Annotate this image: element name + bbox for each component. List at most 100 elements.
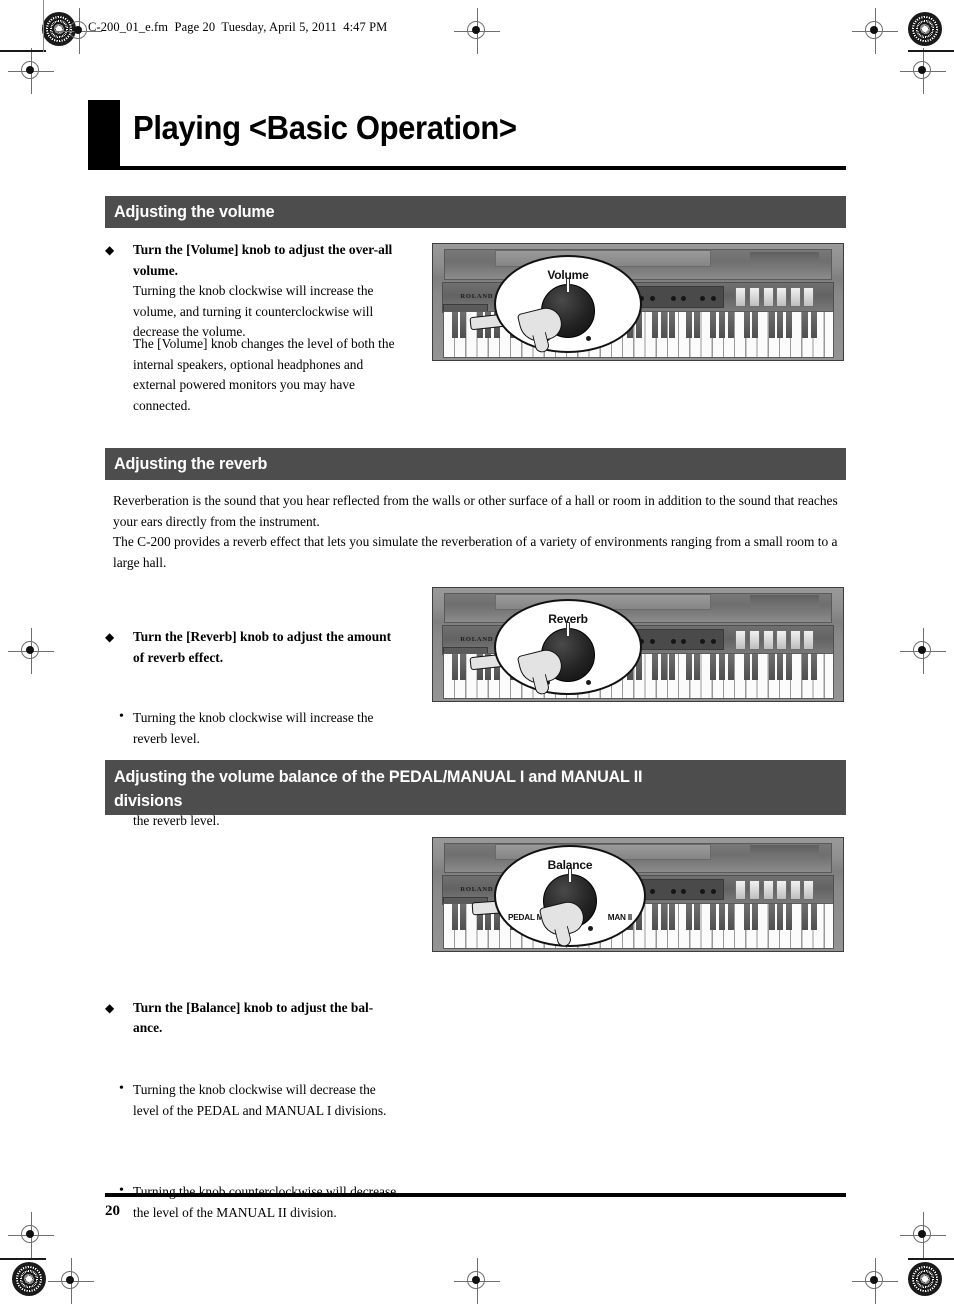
title-underline-rule xyxy=(88,166,846,170)
volume-lead-block: ◆ Turn the [Volume] knob to adjust the o… xyxy=(105,240,395,281)
roland-brand-logo: ROLAND xyxy=(460,886,493,893)
reverb-lead-block: ◆ Turn the [Reverb] knob to adjust the a… xyxy=(105,627,395,668)
registration-cross-left-middle xyxy=(8,628,54,674)
balance-label-man-ii: MAN II xyxy=(607,913,632,922)
page-number: 20 xyxy=(105,1203,120,1219)
tab-switch[interactable] xyxy=(789,879,801,900)
callout-bubble-reverb: Reverb xyxy=(494,599,642,695)
panel-led[interactable] xyxy=(649,638,655,644)
dot-bullet-icon: • xyxy=(119,709,124,725)
registration-cross-bottom-center xyxy=(454,1258,500,1304)
trim-mark-bottom-right xyxy=(908,1258,954,1260)
panel-led[interactable] xyxy=(681,296,687,302)
tab-switch[interactable] xyxy=(803,629,815,650)
volume-body-2: The [Volume] knob changes the level of b… xyxy=(133,336,395,413)
callout-bubble-volume: Volume xyxy=(494,255,642,353)
illustration-volume: ROLAND Volume xyxy=(432,243,844,361)
registration-cross-top-center xyxy=(454,8,500,54)
callout-bubble-balance: Balance PEDAL MAN I MAN II xyxy=(494,845,646,947)
registration-cross-bottom-left-inner xyxy=(48,1258,94,1304)
knob-pointer-indicator xyxy=(568,868,572,883)
panel-led[interactable] xyxy=(649,296,655,302)
registration-target-top-right xyxy=(908,12,942,46)
organ-music-rest xyxy=(444,842,832,873)
brand-text: ROLAND xyxy=(460,636,494,644)
tab-switch[interactable] xyxy=(776,286,788,308)
balance-bullet-2-text: Turning the knob counterclockwise will d… xyxy=(133,1184,397,1220)
trim-mark-top-left xyxy=(0,50,46,52)
diamond-bullet-icon: ◆ xyxy=(105,1000,115,1015)
trim-mark-top-right xyxy=(908,50,954,52)
registration-cross-left-lower xyxy=(8,1212,54,1258)
header-divider xyxy=(43,0,45,52)
dot-bullet-icon: • xyxy=(119,1080,124,1096)
tab-switch[interactable] xyxy=(748,629,760,650)
roland-brand-logo: ROLAND xyxy=(460,636,493,643)
registration-cross-right-lower xyxy=(900,1212,946,1258)
panel-led[interactable] xyxy=(700,638,706,644)
panel-led[interactable] xyxy=(710,888,716,894)
fm-file-header: C-200_01_e.fm Page 20 Tuesday, April 5, … xyxy=(88,20,388,34)
tab-switch[interactable] xyxy=(748,286,760,308)
section-heading-balance-line-1: Adjusting the volume balance of the PEDA… xyxy=(114,767,643,786)
brand-text: ROLAND xyxy=(460,886,494,894)
tab-switch[interactable] xyxy=(735,879,747,900)
registration-cross-left-upper xyxy=(8,48,54,94)
registration-target-bottom-right xyxy=(908,1262,942,1296)
tab-switch[interactable] xyxy=(762,286,774,308)
diamond-bullet-icon: ◆ xyxy=(105,630,115,645)
volume-lead-text: Turn the [Volume] knob to adjust the ove… xyxy=(133,242,393,278)
tab-switch[interactable] xyxy=(762,629,774,650)
panel-led[interactable] xyxy=(649,888,655,894)
roland-brand-logo: ROLAND xyxy=(460,293,493,300)
balance-bullet-1: • Turning the knob clockwise will decrea… xyxy=(119,1080,409,1121)
panel-led[interactable] xyxy=(700,888,706,894)
tab-switch[interactable] xyxy=(762,879,774,900)
section-heading-volume-text: Adjusting the volume xyxy=(114,202,275,221)
registration-cross-bottom-right-inner xyxy=(852,1258,898,1304)
registration-cross-right-upper xyxy=(900,48,946,94)
footer-rule xyxy=(105,1193,846,1197)
tab-switch[interactable] xyxy=(789,629,801,650)
tab-switch[interactable] xyxy=(735,286,747,308)
reverb-bullet-1-text: Turning the knob clockwise will increase… xyxy=(133,710,374,746)
tab-switch[interactable] xyxy=(748,879,760,900)
section-heading-balance-line-2: divisions xyxy=(114,791,183,810)
panel-led[interactable] xyxy=(670,296,676,302)
title-marker-square xyxy=(88,100,120,168)
registration-cross-right-middle xyxy=(900,628,946,674)
reverb-intro-1: Reverberation is the sound that you hear… xyxy=(113,493,838,529)
section-heading-reverb-text: Adjusting the reverb xyxy=(114,454,268,473)
tab-switch[interactable] xyxy=(776,879,788,900)
section-heading-reverb: Adjusting the reverb xyxy=(105,448,846,480)
illustration-reverb: ROLAND Reverb xyxy=(432,587,844,702)
section-heading-volume: Adjusting the volume xyxy=(105,196,846,228)
diamond-bullet-icon: ◆ xyxy=(105,243,115,257)
knob-pointer-indicator xyxy=(566,278,570,293)
registration-cross-top-right-inner xyxy=(852,8,898,54)
panel-led[interactable] xyxy=(670,638,676,644)
tab-switch[interactable] xyxy=(789,286,801,308)
reverb-lead-text: Turn the [Reverb] knob to adjust the amo… xyxy=(133,629,392,665)
trim-mark-bottom-left xyxy=(0,1258,46,1260)
panel-led[interactable] xyxy=(710,296,716,302)
balance-lead-text: Turn the [Balance] knob to adjust the ba… xyxy=(133,999,374,1036)
illustration-balance: ROLAND Balance PEDAL MAN I MAN II xyxy=(432,837,844,952)
panel-led[interactable] xyxy=(670,888,676,894)
balance-bullet-2: • Turning the knob counterclockwise will… xyxy=(119,1182,409,1223)
dot-bullet-icon: • xyxy=(119,1183,124,1199)
organ-music-rest xyxy=(444,592,832,623)
brand-text: ROLAND xyxy=(460,293,494,301)
section-heading-balance: Adjusting the volume balance of the PEDA… xyxy=(105,760,846,815)
tab-switch[interactable] xyxy=(803,879,815,900)
page-title: Playing <Basic Operation> xyxy=(133,108,517,148)
knob-pointer-indicator xyxy=(566,622,570,637)
tab-switch[interactable] xyxy=(803,286,815,308)
panel-led[interactable] xyxy=(700,296,706,302)
reverb-intro-2: The C-200 provides a reverb effect that … xyxy=(113,534,838,570)
tab-switch[interactable] xyxy=(776,629,788,650)
panel-led[interactable] xyxy=(681,888,687,894)
tab-switch[interactable] xyxy=(735,629,747,650)
panel-led[interactable] xyxy=(681,638,687,644)
panel-led[interactable] xyxy=(710,638,716,644)
